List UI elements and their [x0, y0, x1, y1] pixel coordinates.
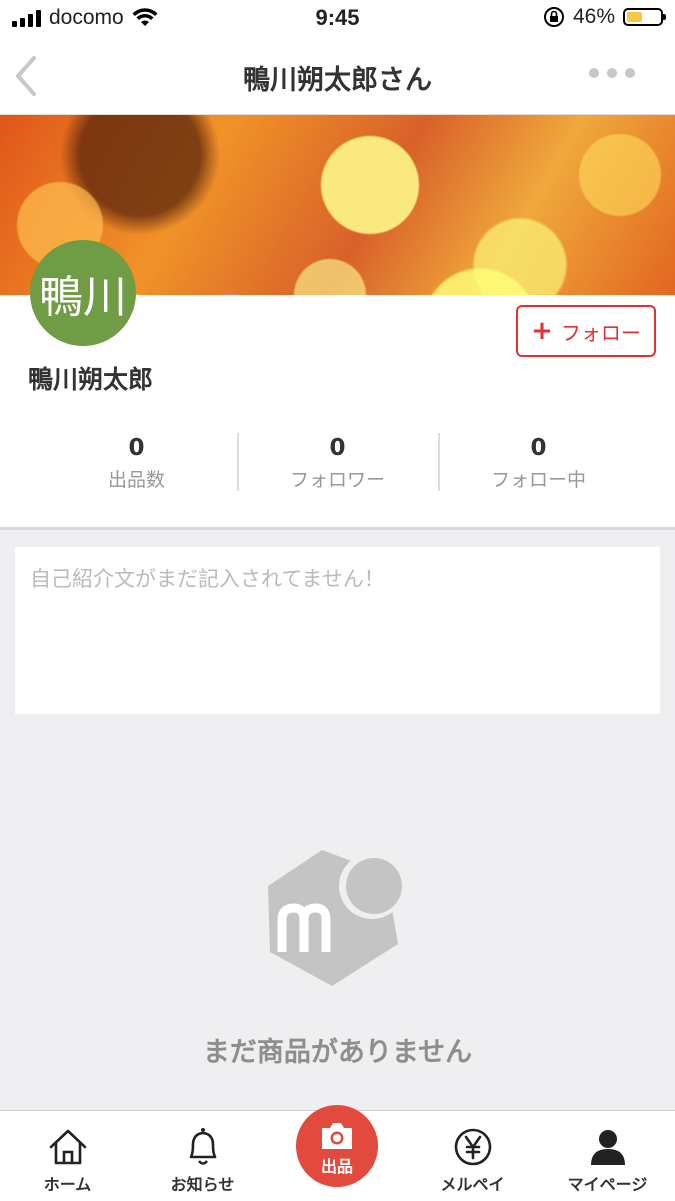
page-title: 鴨川朔太郎さん — [243, 65, 432, 96]
stat-value: 0 — [128, 435, 145, 461]
status-right: 46% — [543, 5, 666, 29]
navigation-bar: 鴨川朔太郎さん — [0, 38, 675, 115]
tab-notifications[interactable]: お知らせ — [135, 1111, 270, 1201]
empty-state-message: まだ商品がありません — [202, 1037, 473, 1068]
battery-icon — [623, 8, 666, 26]
mercari-box-icon — [262, 848, 412, 988]
stat-followers[interactable]: 0 フォロワー — [237, 425, 438, 495]
follow-button[interactable]: + フォロー — [516, 305, 656, 357]
stat-following[interactable]: 0 フォロー中 — [438, 425, 639, 495]
profile-card: 鴨川 + フォロー 鴨川朔太郎 0 出品数 0 フォロワー 0 フォロー中 — [0, 240, 675, 530]
follow-button-label: フォロー — [560, 320, 641, 345]
stat-listings[interactable]: 0 出品数 — [36, 425, 237, 495]
avatar[interactable]: 鴨川 — [30, 240, 136, 346]
bell-icon — [189, 1128, 216, 1165]
tab-mypage[interactable]: マイページ — [540, 1111, 675, 1201]
plus-icon: + — [531, 316, 553, 346]
stat-value: 0 — [329, 435, 346, 461]
more-button[interactable] — [589, 68, 635, 78]
camera-icon — [322, 1123, 352, 1149]
stat-label: 出品数 — [107, 469, 165, 491]
home-icon — [49, 1129, 86, 1165]
tab-label: お知らせ — [170, 1175, 235, 1194]
tab-home[interactable]: ホーム — [0, 1111, 135, 1201]
rotation-lock-icon — [543, 7, 564, 27]
tab-bar: ホーム お知らせ 出品 メルペイ マイページ — [0, 1105, 675, 1201]
tab-sell[interactable]: 出品 — [296, 1105, 378, 1187]
battery-percent: 46% — [572, 5, 615, 28]
tab-label: マイページ — [567, 1175, 648, 1194]
self-introduction-box: 自己紹介文がまだ記入されてません！ — [15, 547, 660, 714]
stat-label: フォロワー — [289, 469, 385, 491]
stat-label: フォロー中 — [490, 469, 586, 491]
yen-icon — [454, 1128, 491, 1166]
tab-merpay[interactable]: メルペイ — [405, 1111, 540, 1201]
ellipsis-icon — [589, 68, 635, 78]
tab-label: メルペイ — [440, 1175, 505, 1194]
self-introduction-placeholder: 自己紹介文がまだ記入されてません！ — [30, 567, 385, 591]
tab-label: ホーム — [43, 1175, 92, 1194]
person-icon — [590, 1130, 625, 1165]
tab-label: 出品 — [320, 1157, 353, 1176]
status-bar: docomo 9:45 46% — [0, 0, 675, 38]
user-name: 鴨川朔太郎 — [28, 365, 154, 394]
stat-value: 0 — [530, 435, 547, 461]
profile-stats: 0 出品数 0 フォロワー 0 フォロー中 — [36, 425, 639, 495]
